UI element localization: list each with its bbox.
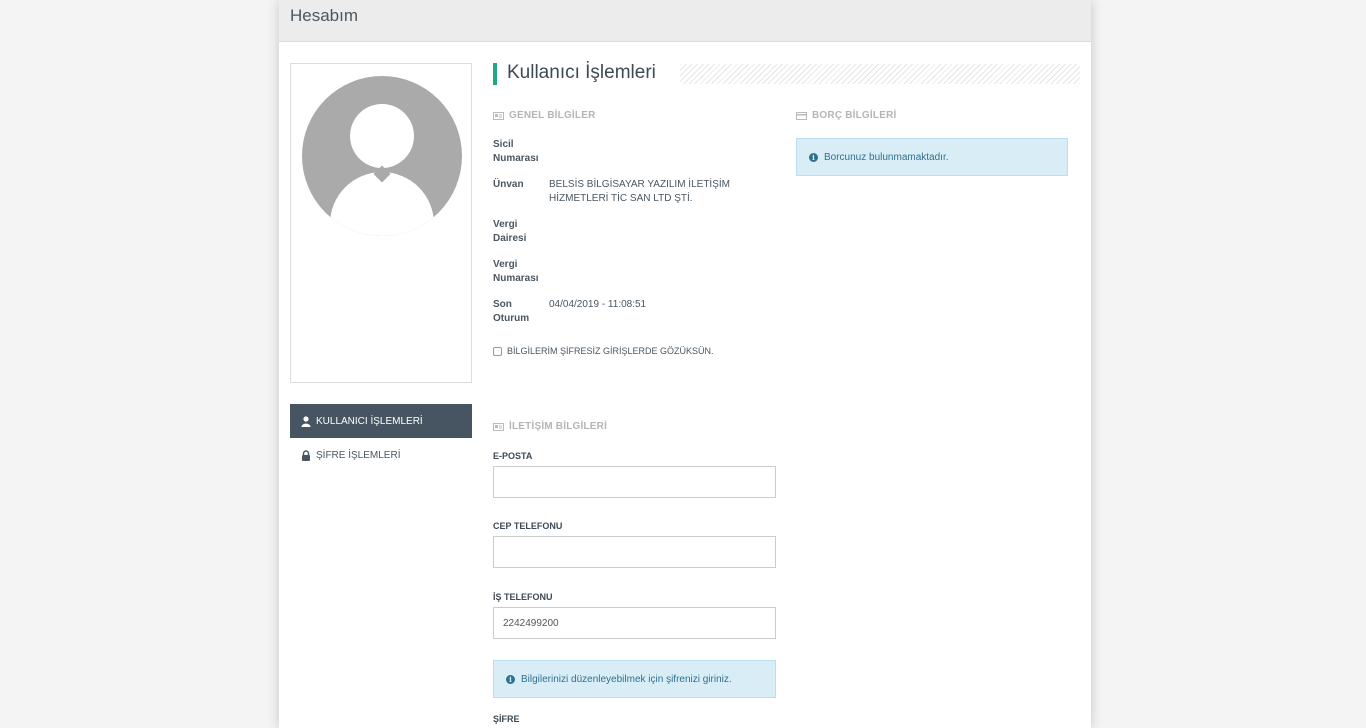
group-title-text: GENEL BİLGİLER <box>509 110 596 121</box>
show-info-checkbox[interactable] <box>493 346 502 356</box>
info-value: BELSİS BİLGİSAYAR YAZILIM İLETİŞİM HİZME… <box>549 179 730 204</box>
email-label: E-POSTA <box>493 451 533 461</box>
side-nav: KULLANICI İŞLEMLERİ ŞİFRE İŞLEMLERİ <box>290 404 472 472</box>
show-info-checkbox-row[interactable]: BİLGİLERİM ŞİFRESİZ GİRİŞLERDE GÖZÜKSÜN. <box>493 346 714 356</box>
alert-text: Bilgilerinizi düzenleyebilmek için şifre… <box>521 673 732 685</box>
work-phone-field[interactable] <box>493 607 776 639</box>
page-container: Hesabım KULLANICI İŞLEMLERİ ŞİFRE İŞLEML… <box>279 0 1091 728</box>
page-header: Hesabım <box>279 0 1091 42</box>
email-field[interactable] <box>493 466 776 498</box>
password-notice-alert: i Bilgilerinizi düzenleyebilmek için şif… <box>493 660 776 698</box>
credit-card-icon <box>796 111 807 120</box>
info-label: Vergi Numarası <box>493 259 539 284</box>
info-icon: i <box>506 674 515 684</box>
password-label: ŞİFRE <box>493 714 520 724</box>
mobile-phone-label: CEP TELEFONU <box>493 521 563 531</box>
section-heading: Kullanıcı İşlemleri <box>493 62 1080 85</box>
sidebar-item-label: ŞİFRE İŞLEMLERİ <box>316 449 401 461</box>
info-label: Ünvan <box>493 179 524 190</box>
checkbox-label: BİLGİLERİM ŞİFRESİZ GİRİŞLERDE GÖZÜKSÜN. <box>507 346 714 356</box>
avatar <box>302 76 462 236</box>
heading-accent-bar <box>493 63 497 85</box>
debt-info-title: BORÇ BİLGİLERİ <box>796 110 896 121</box>
lock-icon <box>301 449 311 461</box>
section-title: Kullanıcı İşlemleri <box>507 62 656 83</box>
info-label: Son Oturum <box>493 299 530 324</box>
info-label: Sicil Numarası <box>493 139 539 164</box>
group-title-text: İLETİŞİM BİLGİLERİ <box>509 421 608 432</box>
page-title: Hesabım <box>290 6 359 25</box>
heading-hatch-decoration <box>680 64 1080 84</box>
avatar-card <box>290 63 472 383</box>
debt-info-alert: i Borcunuz bulunmamaktadır. <box>796 138 1068 176</box>
sidebar-item-user-operations[interactable]: KULLANICI İŞLEMLERİ <box>290 404 472 438</box>
info-label: Vergi Dairesi <box>493 219 527 244</box>
general-info-title: GENEL BİLGİLER <box>493 110 596 121</box>
group-title-text: BORÇ BİLGİLERİ <box>812 110 897 121</box>
info-value: 04/04/2019 - 11:08:51 <box>549 299 647 310</box>
mobile-phone-field[interactable] <box>493 536 776 568</box>
work-phone-label: İŞ TELEFONU <box>493 592 553 602</box>
info-icon: i <box>809 152 818 162</box>
sidebar-item-password-operations[interactable]: ŞİFRE İŞLEMLERİ <box>290 438 472 472</box>
id-card-icon <box>493 111 504 120</box>
sidebar-item-label: KULLANICI İŞLEMLERİ <box>316 415 423 427</box>
alert-text: Borcunuz bulunmamaktadır. <box>824 151 949 163</box>
user-icon <box>301 415 311 427</box>
contact-info-title: İLETİŞİM BİLGİLERİ <box>493 421 607 432</box>
id-card-icon <box>493 422 504 431</box>
avatar-head-shape <box>350 104 414 168</box>
